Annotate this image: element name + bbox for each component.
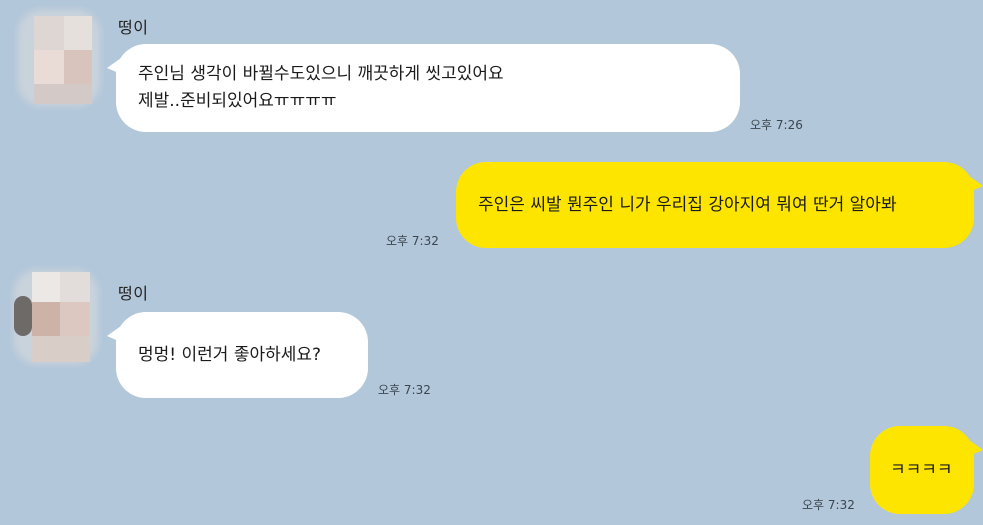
avatar-mosaic-tile	[34, 84, 92, 104]
message-text-line: 멍멍! 이런거 좋아하세요?	[138, 344, 322, 365]
profile-avatar-blurred[interactable]	[10, 266, 102, 368]
sender-name: 떵이	[118, 18, 149, 37]
sent-message-bubble[interactable]: 주인은 씨발 뭔주인 니가 우리집 강아지여 뭐여 딴거 알아봐	[456, 162, 983, 248]
sent-message-bubble[interactable]: ㅋㅋㅋㅋ	[870, 426, 983, 514]
avatar-mosaic-tile	[32, 272, 60, 302]
message-text-line: 주인님 생각이 바뀔수도있으니 깨끗하게 씻고있어요	[138, 64, 504, 84]
avatar-mosaic-tile	[14, 296, 32, 336]
sender-name: 떵이	[118, 284, 149, 303]
message-text-line: 제발..준비되있어요ㅠㅠㅠㅠ	[138, 91, 337, 111]
avatar-mosaic-tile	[64, 50, 92, 84]
avatar-mosaic-tile	[64, 16, 92, 50]
avatar-mosaic-tile	[60, 272, 90, 302]
avatar-mosaic-tile	[34, 50, 64, 84]
message-timestamp: 오후 7:26	[750, 118, 803, 132]
message-text-line: ㅋㅋㅋㅋ	[890, 459, 953, 480]
message-timestamp: 오후 7:32	[386, 234, 439, 248]
message-timestamp: 오후 7:32	[802, 498, 855, 512]
message-text-line: 주인은 씨발 뭔주인 니가 우리집 강아지여 뭐여 딴거 알아봐	[478, 194, 897, 215]
received-message-bubble[interactable]: 멍멍! 이런거 좋아하세요?	[107, 312, 368, 398]
avatar-mosaic-tile	[32, 302, 60, 336]
message-timestamp: 오후 7:32	[378, 383, 431, 397]
avatar-mosaic-tile	[60, 302, 90, 336]
profile-avatar-blurred[interactable]	[14, 6, 104, 110]
received-message-bubble[interactable]: 주인님 생각이 바뀔수도있으니 깨끗하게 씻고있어요 제발..준비되있어요ㅠㅠㅠ…	[107, 44, 740, 132]
avatar-mosaic-tile	[32, 336, 90, 362]
avatar-mosaic-tile	[34, 16, 64, 50]
